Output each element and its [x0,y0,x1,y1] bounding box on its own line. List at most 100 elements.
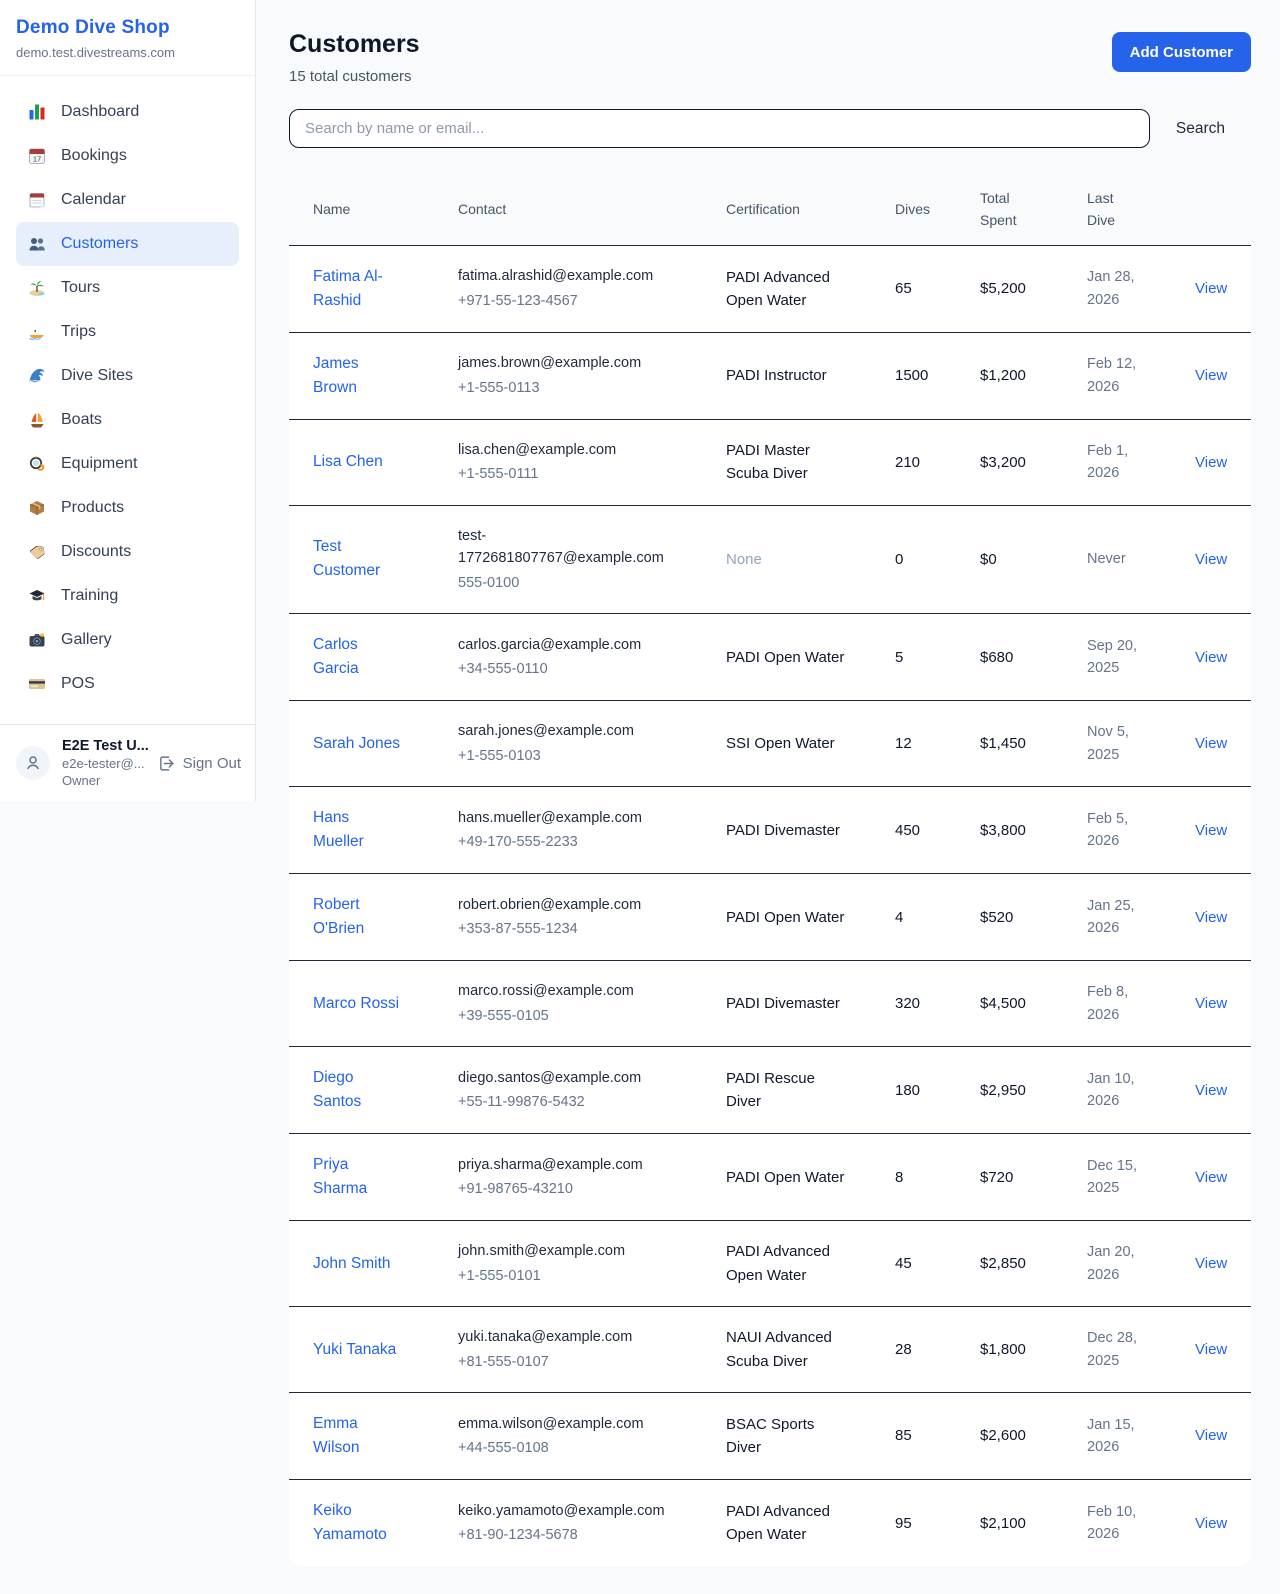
customer-last-dive: Dec 15, 2025 [1087,1134,1195,1221]
customer-dives: 210 [895,419,980,505]
customer-name-link[interactable]: Priya Sharma [313,1156,367,1197]
view-link[interactable]: View [1195,995,1227,1012]
view-link[interactable]: View [1195,1082,1227,1099]
sidebar-item-customers[interactable]: Customers [16,222,239,266]
customer-name-link[interactable]: Diego Santos [313,1069,361,1110]
customer-dives: 5 [895,614,980,701]
customer-name-link[interactable]: Carlos Garcia [313,636,359,677]
sidebar-item-training[interactable]: Training [16,574,239,618]
customer-name-link[interactable]: Keiko Yamamoto [313,1502,387,1543]
view-link[interactable]: View [1195,1427,1227,1444]
view-link[interactable]: View [1195,909,1227,926]
view-link[interactable]: View [1195,551,1227,568]
training-icon [28,587,46,605]
add-customer-button[interactable]: Add Customer [1112,32,1251,72]
customer-name-link[interactable]: Yuki Tanaka [313,1341,396,1358]
customer-total-spent: $3,200 [980,419,1087,505]
view-link[interactable]: View [1195,454,1227,471]
view-link[interactable]: View [1195,735,1227,752]
customer-phone: +971-55-123-4567 [458,290,714,312]
customer-name-link[interactable]: Lisa Chen [313,453,383,470]
app-root: Demo Dive Shop demo.test.divestreams.com… [0,0,1280,1594]
customer-email: test- 1772681807767@example.com [458,525,714,570]
search-button[interactable]: Search [1150,120,1251,138]
customer-total-spent: $680 [980,614,1087,701]
customer-phone: +39-555-0105 [458,1005,714,1027]
sidebar-item-dive-sites[interactable]: Dive Sites [16,354,239,398]
column-header: Last Dive [1087,174,1195,245]
sidebar-item-pos[interactable]: POS [16,662,239,706]
customer-name-link[interactable]: Sarah Jones [313,735,400,752]
table-row: Sarah Jones sarah.jones@example.com +1-5… [289,701,1251,787]
customer-total-spent: $2,100 [980,1480,1087,1567]
search-row: Search [289,109,1251,148]
customer-phone: +55-11-99876-5432 [458,1091,714,1113]
customer-email: robert.obrien@example.com [458,894,714,916]
customer-email: yuki.tanaka@example.com [458,1326,714,1348]
customer-phone: +1-555-0111 [458,463,714,485]
customer-email: lisa.chen@example.com [458,439,714,461]
tours-icon [28,279,46,297]
table-row: John Smith john.smith@example.com +1-555… [289,1221,1251,1307]
view-link[interactable]: View [1195,367,1227,384]
customer-name-link[interactable]: Test Customer [313,538,380,579]
customer-dives: 1500 [895,332,980,419]
view-link[interactable]: View [1195,280,1227,297]
sign-out-icon [158,755,175,772]
sidebar-item-calendar[interactable]: Calendar [16,178,239,222]
customer-certification: NAUI Advanced Scuba Diver [726,1307,895,1393]
view-link[interactable]: View [1195,1341,1227,1358]
customer-email: diego.santos@example.com [458,1067,714,1089]
main-content: Customers 15 total customers Add Custome… [256,0,1280,1594]
customer-total-spent: $3,800 [980,787,1087,874]
customer-total-spent: $2,850 [980,1221,1087,1307]
view-link[interactable]: View [1195,1255,1227,1272]
view-link[interactable]: View [1195,822,1227,839]
customer-email: james.brown@example.com [458,352,714,374]
sidebar-item-dashboard[interactable]: Dashboard [16,90,239,134]
customer-name-link[interactable]: James Brown [313,355,359,396]
sidebar-item-tours[interactable]: Tours [16,266,239,310]
page-title-block: Customers 15 total customers [289,30,420,85]
table-row: Priya Sharma priya.sharma@example.com +9… [289,1134,1251,1221]
customer-certification: PADI Divemaster [726,961,895,1047]
shop-header: Demo Dive Shop demo.test.divestreams.com [0,0,255,76]
sidebar-item-bookings[interactable]: 17 Bookings [16,134,239,178]
customer-last-dive: Sep 20, 2025 [1087,614,1195,701]
sign-out-button[interactable]: Sign Out [158,755,241,772]
sidebar-item-boats[interactable]: Boats [16,398,239,442]
customer-dives: 85 [895,1393,980,1480]
sidebar-item-equipment[interactable]: Equipment [16,442,239,486]
customer-name-link[interactable]: John Smith [313,1255,391,1272]
customer-name-link[interactable]: Emma Wilson [313,1415,360,1456]
customer-name-link[interactable]: Hans Mueller [313,809,364,850]
customer-certification: PADI Rescue Diver [726,1047,895,1134]
sidebar-item-products[interactable]: Products [16,486,239,530]
view-link[interactable]: View [1195,649,1227,666]
search-input[interactable] [289,109,1150,148]
customer-name-link[interactable]: Marco Rossi [313,995,399,1012]
table-row: Lisa Chen lisa.chen@example.com +1-555-0… [289,419,1251,505]
customer-last-dive: Feb 1, 2026 [1087,419,1195,505]
customer-name-link[interactable]: Fatima Al- Rashid [313,268,383,309]
equipment-icon [28,455,46,473]
sidebar-item-trips[interactable]: Trips [16,310,239,354]
customer-name-link[interactable]: Robert O'Brien [313,896,364,937]
user-role: Owner [62,773,146,788]
shop-name: Demo Dive Shop [16,17,239,39]
view-link[interactable]: View [1195,1515,1227,1532]
customer-email: keiko.yamamoto@example.com [458,1500,714,1522]
customer-email: john.smith@example.com [458,1240,714,1262]
customer-total-spent: $2,600 [980,1393,1087,1480]
dive-sites-icon [28,367,46,385]
view-link[interactable]: View [1195,1169,1227,1186]
products-icon [28,499,46,517]
sidebar-item-discounts[interactable]: Discounts [16,530,239,574]
sidebar-item-gallery[interactable]: Gallery [16,618,239,662]
customers-icon [28,235,46,253]
sidebar-nav: Dashboard 17 Bookings Calendar Customers… [0,76,255,720]
customer-phone: +353-87-555-1234 [458,918,714,940]
customer-total-spent: $2,950 [980,1047,1087,1134]
customer-certification: SSI Open Water [726,701,895,787]
customer-certification: PADI Advanced Open Water [726,245,895,332]
